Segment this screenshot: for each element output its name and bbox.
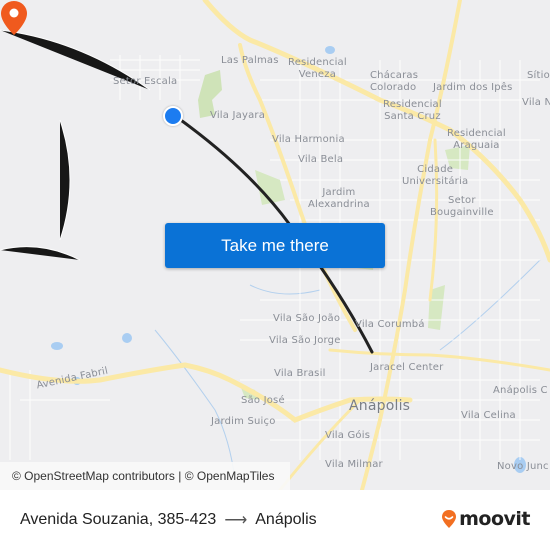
- map-label-residencial-veneza: Residencial Veneza: [288, 57, 347, 80]
- arrow-right-icon: ⟶: [224, 512, 248, 529]
- origin-marker[interactable]: [163, 106, 183, 126]
- map-label-setor-bougainville: Setor Bougainville: [430, 195, 494, 218]
- map-label-jaracel-center: Jaracel Center: [370, 362, 444, 373]
- stream: [154, 329, 236, 481]
- stream: [439, 259, 541, 351]
- map-label-residencial-santa-cruz: Residencial Santa Cruz: [383, 99, 442, 122]
- map-label-sao-jose: São José: [241, 395, 285, 406]
- map-label-novo-junc: Novo Junc: [497, 461, 549, 472]
- map-label-las-palmas: Las Palmas: [221, 55, 279, 66]
- map-label-vila-gois: Vila Góis: [325, 430, 371, 441]
- destination-name: Anápolis: [255, 511, 317, 528]
- lake: [122, 333, 132, 343]
- map-label-vila-n: Vila N: [522, 97, 550, 108]
- lake: [325, 46, 335, 54]
- moovit-wordmark: moovit: [459, 508, 530, 530]
- map-label-jardim-alexandrina: Jardim Alexandrina: [308, 187, 370, 210]
- destination-pin-icon[interactable]: [0, 0, 28, 36]
- map-label-vila-sao-jorge: Vila São Jorge: [269, 335, 341, 346]
- map-attribution[interactable]: © OpenStreetMap contributors | © OpenMap…: [0, 462, 290, 490]
- map-label-vila-harmonia: Vila Harmonia: [272, 134, 345, 145]
- map-label-vila-celina: Vila Celina: [461, 410, 516, 421]
- map-label-sitio: Sítio: [527, 70, 550, 81]
- route-title: Avenida Souzania, 385-423 ⟶ Anápolis: [20, 510, 317, 530]
- map-label-vila-milmar: Vila Milmar: [325, 459, 383, 470]
- moovit-pin-icon: [442, 510, 457, 528]
- map-label-vila-bela: Vila Bela: [298, 154, 344, 165]
- footer: Avenida Souzania, 385-423 ⟶ Anápolis moo…: [0, 490, 550, 550]
- map-label-jardim-dos-ipes: Jardim dos Ipês: [433, 82, 513, 93]
- moovit-logo[interactable]: moovit: [441, 508, 530, 530]
- map-label-chacaras-colorado: Chácaras Colorado: [370, 70, 419, 93]
- map-label-setor-escala: Setor Escala: [113, 76, 178, 87]
- map-label-cidade-universitaria: Cidade Universitária: [402, 164, 469, 187]
- lake: [51, 342, 63, 350]
- map-label-vila-sao-joao: Vila São João: [273, 313, 341, 324]
- map-label-jardim-suico: Jardim Suiço: [211, 416, 276, 427]
- origin-name: Avenida Souzania, 385-423: [20, 511, 217, 528]
- map-label-anapolis-c: Anápolis C: [493, 385, 548, 396]
- map-label-anapolis: Anápolis: [349, 398, 411, 414]
- map-label-vila-brasil: Vila Brasil: [274, 368, 326, 379]
- map-label-residencial-araguaia: Residencial Araguaia: [447, 128, 506, 151]
- take-me-there-button[interactable]: Take me there: [165, 223, 385, 268]
- map[interactable]: Setor Escala Las Palmas Residencial Vene…: [0, 0, 550, 490]
- stream: [249, 284, 321, 295]
- map-label-vila-jayara: Vila Jayara: [210, 110, 266, 121]
- map-label-vila-corumba: Vila Corumbá: [355, 319, 425, 330]
